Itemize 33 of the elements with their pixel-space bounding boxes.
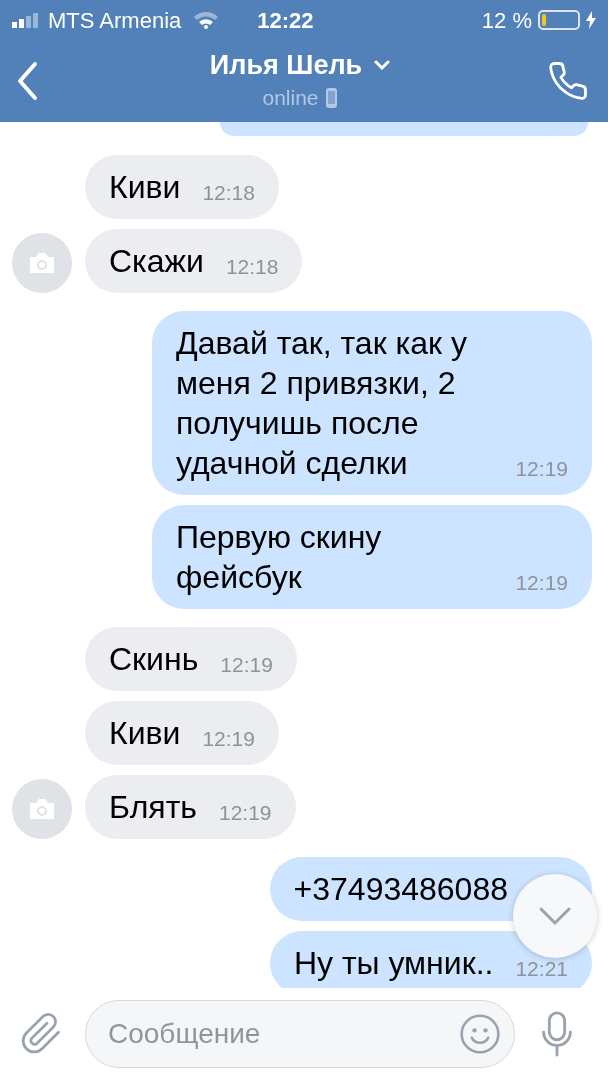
carrier-name: MTS Armenia — [48, 6, 182, 35]
wifi-icon — [193, 11, 220, 29]
message-time: 12:19 — [515, 457, 568, 481]
message-text: Ну ты умник.. — [293, 944, 494, 983]
chevron-left-icon[interactable] — [16, 61, 38, 101]
smiley-icon[interactable] — [458, 1012, 502, 1056]
message-text: Киви — [109, 714, 181, 753]
online-status: online — [262, 85, 319, 112]
message-text: Блять — [109, 788, 197, 827]
camera-icon — [12, 779, 72, 839]
camera-icon — [12, 233, 72, 293]
microphone-icon[interactable] — [541, 1011, 573, 1057]
message-text: Первую скину фейсбук — [176, 518, 383, 597]
clock: 12:22 — [257, 6, 314, 35]
chevron-down-icon[interactable] — [538, 906, 572, 926]
phone-device-icon — [324, 87, 338, 109]
message-time: 12:21 — [515, 957, 568, 981]
message-text: +37493486088 — [293, 870, 508, 909]
battery-icon — [538, 10, 580, 30]
battery-percent: 12 % — [481, 6, 532, 35]
message-text: Давай так, так как у меня 2 привязки, 2 получишь после удачной сделки — [176, 324, 468, 483]
message-text: Киви — [109, 168, 181, 207]
message-time: 12:18 — [202, 181, 255, 205]
message-time: 12:19 — [220, 653, 273, 677]
message-field[interactable]: Сообщение — [85, 1000, 515, 1068]
message-text: Скинь — [109, 640, 199, 679]
message-time: 12:19 — [202, 727, 255, 751]
message-time: 12:18 — [225, 255, 279, 279]
message-time: 12:19 — [515, 571, 568, 595]
charging-icon — [586, 11, 596, 29]
message-time: 12:19 — [218, 801, 272, 825]
contact-name[interactable]: Илья Шель — [209, 48, 363, 83]
message-text: Скажи — [109, 242, 204, 281]
